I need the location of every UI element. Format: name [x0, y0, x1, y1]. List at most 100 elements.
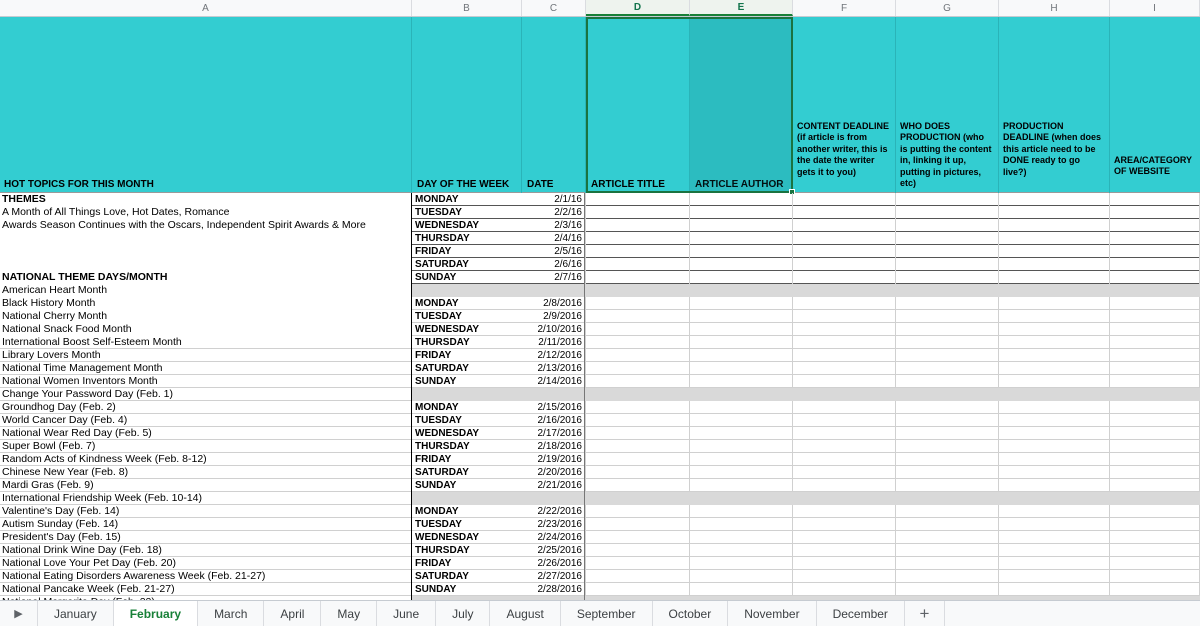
cell-vline [689, 362, 690, 375]
column-header-b[interactable]: B [412, 0, 522, 16]
cell-vline [895, 271, 896, 284]
sheet-tab-february[interactable]: February [113, 601, 199, 626]
cell-vline [998, 401, 999, 414]
cell-vline [895, 193, 896, 206]
sheet-tab-june[interactable]: June [377, 601, 437, 626]
sheet-tab-december[interactable]: December [816, 601, 905, 626]
cell-vline [792, 466, 793, 479]
cell-vline [689, 505, 690, 518]
cell-vline [998, 531, 999, 544]
col-separator-b-c [521, 17, 522, 193]
cell-vline [998, 258, 999, 271]
cell-vline [585, 479, 586, 492]
cell-vline [585, 427, 586, 440]
column-header-d[interactable]: D [586, 0, 690, 16]
cell-a-7[interactable]: NATIONAL THEME DAYS/MONTH [2, 271, 410, 284]
cell-vline [585, 245, 586, 258]
cell-vline [998, 479, 999, 492]
cell-vline [1109, 570, 1110, 583]
cell-vline [1109, 453, 1110, 466]
cell-vline [792, 362, 793, 375]
cell-vline [585, 271, 586, 284]
cell-vline [689, 206, 690, 219]
cell-vline [792, 349, 793, 362]
week-separator-row [412, 284, 1200, 297]
week-separator-row [412, 492, 1200, 505]
cell-a-1[interactable]: THEMES [2, 193, 410, 206]
cell-vline [895, 544, 896, 557]
cell-vline [689, 453, 690, 466]
cell-vline [792, 245, 793, 258]
cell-vline [998, 440, 999, 453]
cell-a-10[interactable]: National Cherry Month [2, 310, 410, 323]
column-header-e[interactable]: E [690, 0, 793, 16]
sheet-tab-april[interactable]: April [264, 601, 322, 626]
cell-vline [585, 557, 586, 570]
cell-vline [689, 219, 690, 232]
cell-vline [689, 570, 690, 583]
cell-vline [998, 427, 999, 440]
tabbar-filler [945, 601, 1200, 626]
cell-vline [998, 505, 999, 518]
cell-vline [895, 375, 896, 388]
cell-vline [585, 193, 586, 206]
cell-vline [689, 531, 690, 544]
cell-vline [792, 531, 793, 544]
cell-vline [895, 414, 896, 427]
col-separator-e-f [792, 17, 793, 193]
cell-vline [689, 336, 690, 349]
cell-a-11[interactable]: National Snack Food Month [2, 323, 410, 336]
sheet-tab-may[interactable]: May [321, 601, 378, 626]
column-header-a[interactable]: A [0, 0, 412, 16]
cell-vline [689, 310, 690, 323]
sheet-tab-november[interactable]: November [728, 601, 817, 626]
sheet-tab-august[interactable]: August [490, 601, 561, 626]
cell-vline [1109, 271, 1110, 284]
cell-vline [792, 583, 793, 596]
cell-vline [792, 375, 793, 388]
cell-vline [689, 258, 690, 271]
cell-vline [689, 193, 690, 206]
sheet-tab-march[interactable]: March [198, 601, 265, 626]
sheet-tab-september[interactable]: September [560, 601, 653, 626]
cell-vline [998, 336, 999, 349]
column-header-i[interactable]: I [1110, 0, 1200, 16]
plus-icon[interactable]: + [905, 601, 945, 626]
col-separator-c-d [585, 17, 586, 193]
cell-vline [895, 219, 896, 232]
column-header-h[interactable]: H [999, 0, 1110, 16]
header-area-category: AREA/CATEGORY OF WEBSITE [1114, 155, 1192, 177]
spreadsheet-grid[interactable]: CONTENT DEADLINE (if article is from ano… [0, 17, 1200, 600]
cell-vline [1109, 557, 1110, 570]
header-date: DATE [527, 179, 554, 190]
column-header-g[interactable]: G [896, 0, 999, 16]
cell-vline [792, 336, 793, 349]
column-header-c[interactable]: C [522, 0, 586, 16]
cell-vline [585, 219, 586, 232]
cell-vline [998, 245, 999, 258]
cell-vline [689, 297, 690, 310]
header-production-deadline: PRODUCTION DEADLINE (when does this arti… [1003, 121, 1102, 177]
cell-vline [689, 232, 690, 245]
cell-a-3[interactable]: Awards Season Continues with the Oscars,… [2, 219, 410, 232]
cell-vline [895, 323, 896, 336]
cell-a-2[interactable]: A Month of All Things Love, Hot Dates, R… [2, 206, 410, 219]
cell-vline [998, 583, 999, 596]
cell-vline [585, 531, 586, 544]
cell-vline [1109, 518, 1110, 531]
col-separator-g-h [998, 17, 999, 193]
cell-a-8[interactable]: American Heart Month [2, 284, 410, 297]
cell-vline [895, 518, 896, 531]
column-header-f[interactable]: F [793, 0, 896, 16]
play-right-icon[interactable]: ▶ [0, 601, 38, 626]
cell-vline [1109, 206, 1110, 219]
sheet-tab-january[interactable]: January [38, 601, 114, 626]
sheet-tab-october[interactable]: October [652, 601, 729, 626]
sheet-tab-july[interactable]: July [436, 601, 491, 626]
cell-vline [585, 297, 586, 310]
cell-vline [689, 323, 690, 336]
cell-vline [585, 206, 586, 219]
cell-vline [792, 232, 793, 245]
cell-vline [585, 505, 586, 518]
cell-a-9[interactable]: Black History Month [2, 297, 410, 310]
